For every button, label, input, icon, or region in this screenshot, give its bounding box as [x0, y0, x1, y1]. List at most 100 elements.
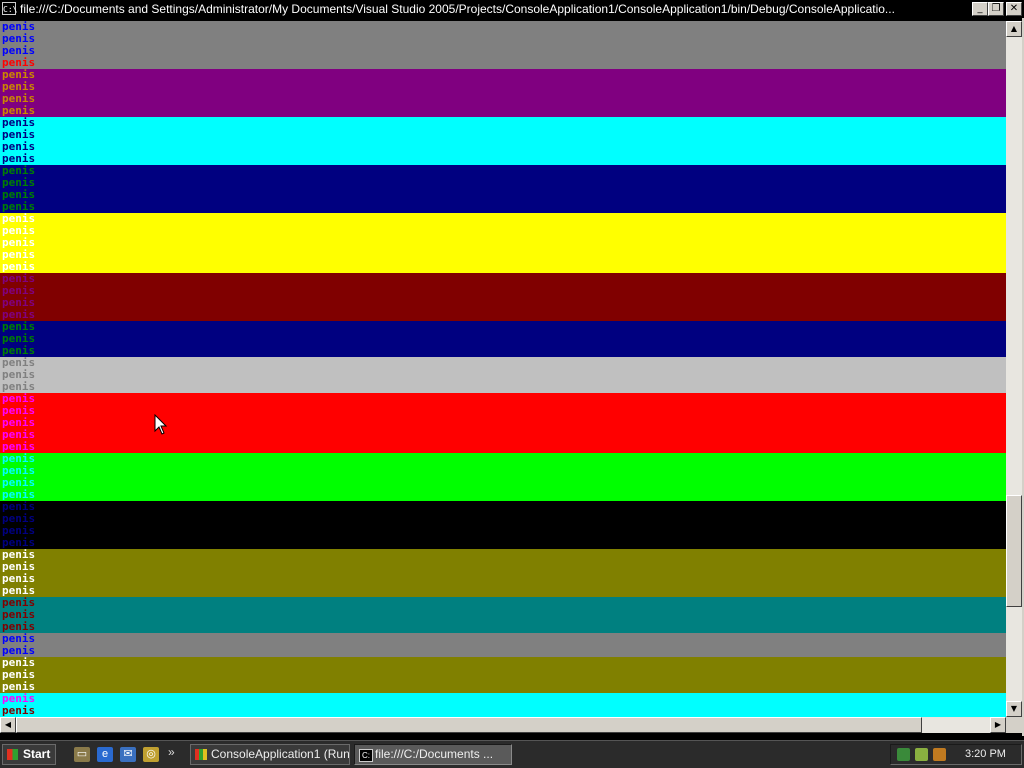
- window-title: file:///C:/Documents and Settings/Admini…: [20, 2, 895, 16]
- console-line: penis: [0, 429, 42, 441]
- console-line: penis: [0, 549, 42, 561]
- quick-launch-more-icon[interactable]: »: [168, 745, 175, 759]
- console-line: penis: [0, 297, 42, 309]
- vertical-scrollbar[interactable]: ▲ ▼: [1006, 21, 1022, 717]
- console-line: penis: [0, 249, 42, 261]
- console-system-icon[interactable]: C:\: [2, 2, 17, 15]
- system-tray: 3:20 PM: [890, 744, 1022, 765]
- console-line: penis: [0, 681, 42, 693]
- maximize-button[interactable]: ❐: [988, 2, 1004, 16]
- console-band: [0, 21, 1006, 69]
- console-line: penis: [0, 477, 42, 489]
- console-band: [0, 597, 1006, 633]
- console-line: penis: [0, 153, 42, 165]
- close-button[interactable]: ✕: [1006, 2, 1022, 16]
- clock[interactable]: 3:20 PM: [965, 748, 1006, 760]
- horizontal-scrollbar[interactable]: ◀ ▶: [0, 717, 1006, 733]
- console-line: penis: [0, 633, 42, 645]
- console-band: [0, 549, 1006, 597]
- minimize-button[interactable]: _: [972, 2, 988, 16]
- console-line: penis: [0, 105, 42, 117]
- console-line: penis: [0, 285, 42, 297]
- console-band: [0, 357, 1006, 393]
- console-line: penis: [0, 177, 42, 189]
- console-line: penis: [0, 321, 42, 333]
- mouse-cursor-icon: [154, 414, 168, 435]
- console-band: [0, 393, 1006, 453]
- console-line: penis: [0, 393, 42, 405]
- console-band: [0, 501, 1006, 549]
- console-line: penis: [0, 597, 42, 609]
- console-line: penis: [0, 345, 42, 357]
- console-band: [0, 69, 1006, 117]
- console-band: [0, 693, 1006, 717]
- windows-logo-icon: [7, 749, 18, 760]
- window-title-bar[interactable]: C:\ file:///C:/Documents and Settings/Ad…: [0, 0, 1024, 18]
- taskbar-button[interactable]: C: file:///C:/Documents ...: [354, 744, 512, 765]
- console-line: penis: [0, 621, 42, 633]
- console-line: penis: [0, 501, 42, 513]
- scroll-down-button[interactable]: ▼: [1006, 701, 1022, 717]
- console-band: [0, 213, 1006, 273]
- console-line: penis: [0, 273, 42, 285]
- console-line: penis: [0, 357, 42, 369]
- console-line: penis: [0, 645, 42, 657]
- console-icon: C:: [359, 749, 373, 762]
- console-line: penis: [0, 201, 42, 213]
- console-line: penis: [0, 141, 42, 153]
- console-band: [0, 273, 1006, 321]
- outlook-express-icon[interactable]: ✉: [120, 747, 136, 762]
- console-line: penis: [0, 93, 42, 105]
- console-line: penis: [0, 117, 42, 129]
- console-band: [0, 117, 1006, 165]
- console-line: penis: [0, 513, 42, 525]
- scroll-right-button[interactable]: ▶: [990, 717, 1006, 733]
- console-line: penis: [0, 69, 42, 81]
- console-line: penis: [0, 465, 42, 477]
- console-output[interactable]: penis penis penis penis penis penis penis penis…: [0, 21, 1006, 717]
- console-line: penis: [0, 669, 42, 681]
- visual-studio-icon: [195, 749, 207, 760]
- vertical-scroll-thumb[interactable]: [1006, 495, 1022, 608]
- console-band: [0, 633, 1006, 657]
- console-line: penis: [0, 657, 42, 669]
- console-line: penis: [0, 33, 42, 45]
- console-line: penis: [0, 165, 42, 177]
- console-line: penis: [0, 405, 42, 417]
- horizontal-scroll-thumb[interactable]: [16, 717, 922, 733]
- printer-icon[interactable]: [915, 748, 928, 761]
- scroll-up-button[interactable]: ▲: [1006, 21, 1022, 37]
- console-band: [0, 657, 1006, 693]
- start-button[interactable]: Start: [2, 744, 56, 765]
- show-desktop-icon[interactable]: ▭: [74, 747, 90, 762]
- console-line: penis: [0, 381, 42, 393]
- console-line: penis: [0, 417, 42, 429]
- taskbar-button-label: ConsoleApplication1 (Run...: [211, 747, 350, 761]
- console-band: [0, 321, 1006, 357]
- console-line: penis: [0, 129, 42, 141]
- console-line: penis: [0, 573, 42, 585]
- console-line: penis: [0, 57, 42, 69]
- start-label: Start: [23, 747, 51, 761]
- console-line: penis: [0, 81, 42, 93]
- console-line: penis: [0, 189, 42, 201]
- console-line: penis: [0, 441, 42, 453]
- console-line: penis: [0, 609, 42, 621]
- internet-explorer-icon[interactable]: e: [97, 747, 113, 762]
- console-line: penis: [0, 237, 42, 249]
- taskbar-button-label: file:///C:/Documents ...: [375, 747, 494, 761]
- console-line: penis: [0, 693, 42, 705]
- console-line: penis: [0, 453, 42, 465]
- console-line: penis: [0, 705, 42, 717]
- console-line: penis: [0, 537, 42, 549]
- app-tray-icon[interactable]: [933, 748, 946, 761]
- taskbar-button[interactable]: ConsoleApplication1 (Run...: [190, 744, 350, 765]
- taskbar: Start ▭ e ✉ ◎ » ConsoleApplication1 (Run...…: [0, 740, 1024, 768]
- console-line: penis: [0, 261, 42, 273]
- scroll-left-button[interactable]: ◀: [0, 717, 16, 733]
- console-line: penis: [0, 45, 42, 57]
- console-line: penis: [0, 489, 42, 501]
- network-icon[interactable]: [897, 748, 910, 761]
- console-line: penis: [0, 585, 42, 597]
- windows-media-icon[interactable]: ◎: [143, 747, 159, 762]
